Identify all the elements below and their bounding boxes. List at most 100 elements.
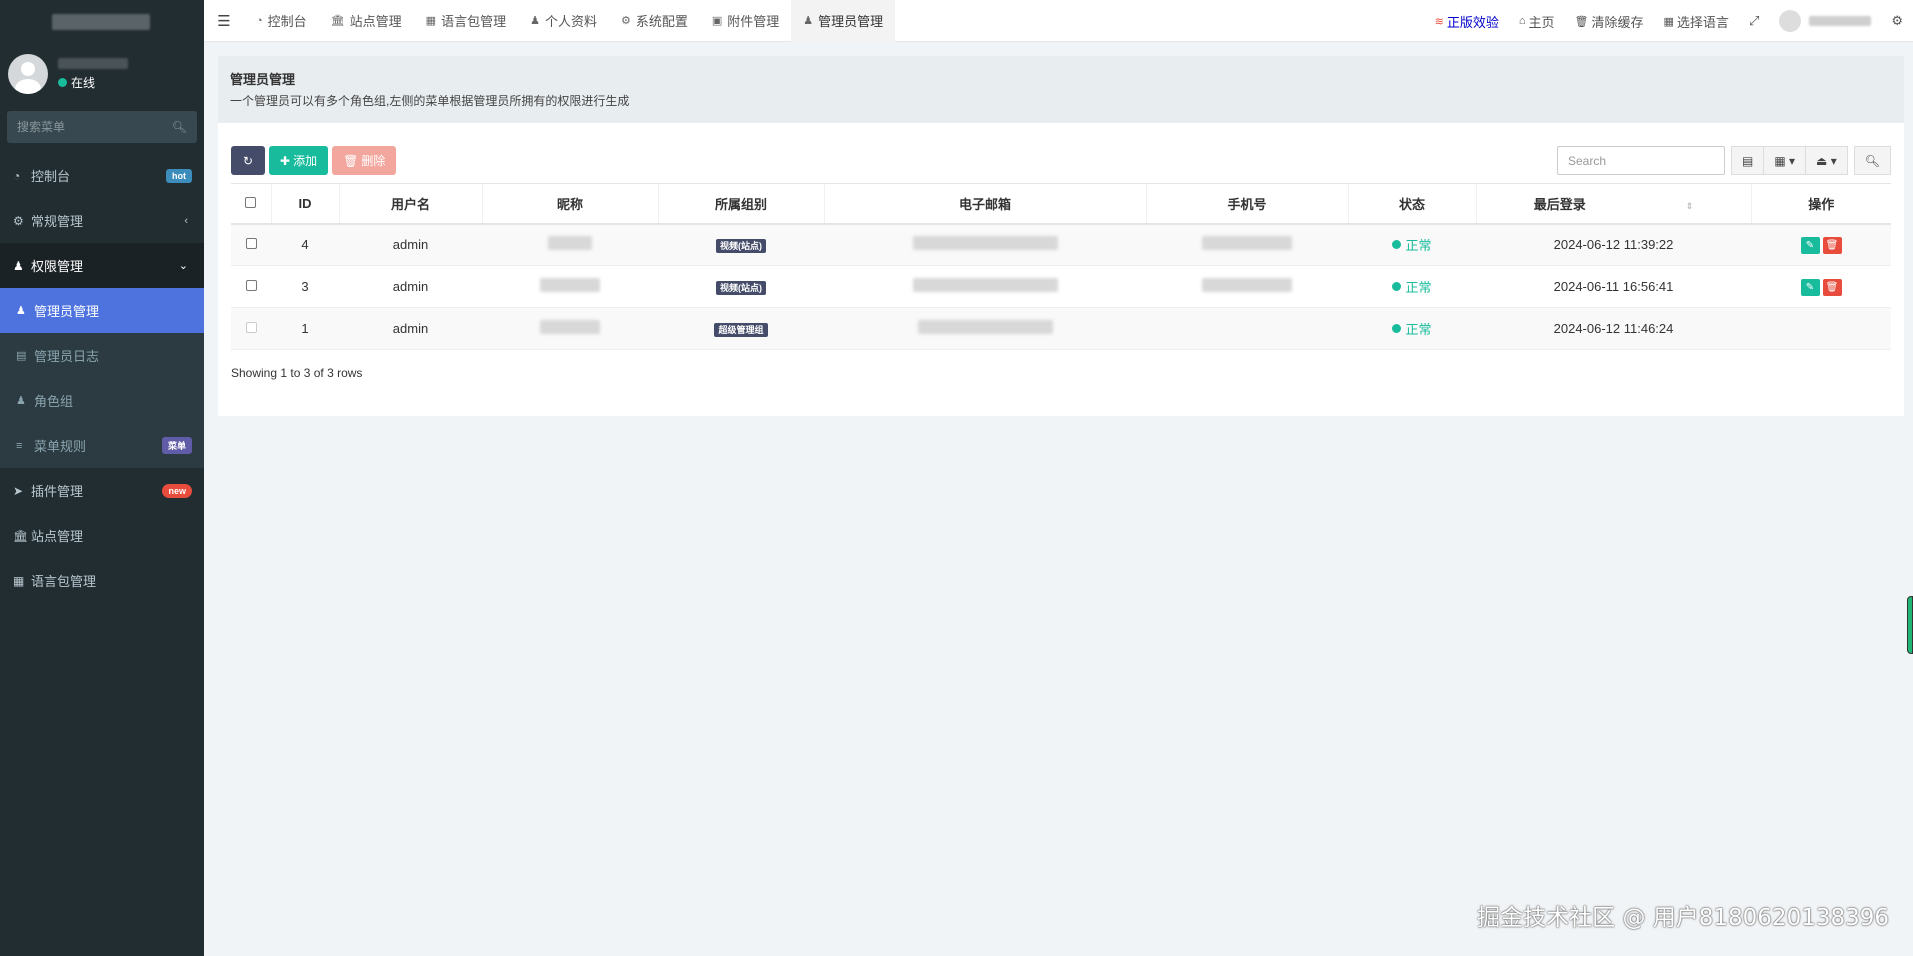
nickname-blurred: [548, 236, 592, 251]
clear-cache-button[interactable]: 🗑︎ 清除缓存: [1565, 12, 1654, 31]
sidebar-item-site[interactable]: 🏛︎ 站点管理: [0, 513, 204, 558]
cogs-icon[interactable]: ⚙: [1881, 13, 1913, 29]
chevron-down-icon: ⌄: [178, 260, 188, 272]
side-widget-tab[interactable]: [1907, 596, 1913, 654]
cell-last-login: 2024-06-12 11:39:22: [1476, 223, 1751, 266]
language-icon: ▦: [425, 15, 437, 27]
col-status[interactable]: 状态: [1347, 183, 1476, 225]
group-icon: ♟: [16, 395, 26, 407]
fullscreen-icon[interactable]: ⤢: [1739, 13, 1769, 29]
cell-id: 3: [271, 265, 339, 308]
file-image-icon: ▣: [711, 15, 723, 27]
cell-id: 4: [271, 223, 339, 266]
logo[interactable]: [0, 0, 204, 44]
caret-down-icon: ▾: [1830, 153, 1837, 168]
col-nickname[interactable]: 昵称: [481, 183, 658, 225]
select-all-header: [231, 183, 271, 225]
user-panel: 在线: [0, 44, 204, 104]
col-mobile[interactable]: 手机号: [1145, 183, 1348, 225]
col-email[interactable]: 电子邮箱: [823, 183, 1146, 225]
sidebar-item-label: 插件管理: [31, 484, 84, 499]
col-group[interactable]: 所属组别: [657, 183, 824, 225]
export-button[interactable]: ⏏ ▾: [1806, 146, 1848, 175]
tab-attachment[interactable]: ▣ 附件管理: [700, 0, 791, 42]
sidebar-search-input[interactable]: [17, 120, 157, 134]
panel-body: ↻ ✚添加 🗑︎删除 ▤ ▦ ▾ ⏏ ▾ 🔍︎ ID 用户名: [218, 123, 1904, 416]
table-toolbar: ↻ ✚添加 🗑︎删除 ▤ ▦ ▾ ⏏ ▾ 🔍︎: [231, 146, 1891, 175]
row-checkbox[interactable]: [245, 238, 257, 250]
user-name-blurred: [1809, 16, 1872, 26]
cell-last-login: 2024-06-12 11:46:24: [1476, 307, 1751, 350]
col-last-login[interactable]: 最后登录 ⇕: [1475, 183, 1751, 225]
trash-icon: 🗑︎: [1574, 15, 1589, 28]
toggle-view-button[interactable]: ▤: [1730, 146, 1765, 175]
select-all-checkbox[interactable]: [245, 196, 257, 208]
sort-icon[interactable]: ⇕: [1686, 201, 1694, 211]
sidebar-item-dashboard[interactable]: ◔ 控制台 hot: [0, 153, 204, 198]
sidebar-item-label: 控制台: [31, 169, 71, 184]
list-alt-icon: ▤: [1741, 153, 1754, 168]
status-dot-icon: [1392, 282, 1402, 291]
tab-lang[interactable]: ▦ 语言包管理: [414, 0, 518, 42]
tab-profile[interactable]: ♟ 个人资料: [518, 0, 609, 42]
menu-badge: 菜单: [161, 437, 192, 454]
cell-username: admin: [339, 265, 482, 308]
sidebar-item-label: 管理员管理: [34, 304, 100, 319]
sidebar-item-roles[interactable]: ♟ 角色组: [0, 378, 204, 423]
cell-username: admin: [339, 307, 482, 350]
sidebar-item-menu-rules[interactable]: ≡ 菜单规则 菜单: [0, 423, 204, 468]
hamburger-icon[interactable]: ☰: [204, 12, 244, 30]
delete-icon[interactable]: 🗑︎: [1822, 278, 1842, 296]
sidebar-item-lang[interactable]: ▦ 语言包管理: [0, 558, 204, 603]
search-icon: 🔍︎: [1864, 153, 1880, 168]
refresh-button[interactable]: ↻: [231, 146, 265, 175]
status-dot-icon: [1392, 240, 1402, 250]
sidebar-item-admin[interactable]: ♟ 管理员管理: [0, 288, 204, 333]
sidebar-item-addon[interactable]: ➤ 插件管理 new: [0, 468, 204, 513]
edit-icon[interactable]: ✎: [1800, 236, 1820, 254]
sidebar-item-label: 管理员日志: [34, 349, 100, 364]
caret-down-icon: ▾: [1789, 153, 1796, 168]
top-navbar: ☰ ◔ 控制台 🏛︎ 站点管理 ▦ 语言包管理 ♟ 个人资料 ⚙ 系统配置 ▣ 附件管理 ♟…: [204, 0, 1913, 42]
page-title: 管理员管理: [230, 72, 296, 87]
col-username[interactable]: 用户名: [338, 183, 482, 225]
edit-icon[interactable]: ✎: [1800, 278, 1820, 296]
group-label: 视频(站点): [716, 281, 766, 295]
cell-username: admin: [339, 223, 482, 266]
row-checkbox[interactable]: [245, 280, 257, 291]
status-badge: 正常: [1392, 235, 1432, 254]
tab-config[interactable]: ⚙ 系统配置: [609, 0, 700, 42]
avatar: [1779, 10, 1802, 32]
user-menu[interactable]: [1769, 10, 1881, 32]
gear-icon: ⚙: [620, 15, 631, 27]
user-name-blurred: [58, 57, 128, 69]
tab-site[interactable]: 🏛︎ 站点管理: [319, 0, 414, 42]
table-search-input[interactable]: [1556, 146, 1725, 175]
col-id[interactable]: ID: [270, 183, 339, 225]
columns-button[interactable]: ▦ ▾: [1764, 146, 1807, 175]
delete-icon[interactable]: 🗑︎: [1822, 236, 1842, 254]
select-language-button[interactable]: ▦ 选择语言: [1654, 12, 1739, 31]
cell-id: 1: [271, 307, 339, 350]
logo-text-blurred: [52, 14, 150, 30]
sidebar-search: 🔍︎: [7, 111, 197, 143]
sidebar-item-general[interactable]: ⚙ 常规管理 ‹: [0, 198, 204, 243]
admin-table: ID 用户名 昵称 所属组别 电子邮箱 手机号 状态 最后登录 ⇕ 操作 4 ad…: [231, 183, 1891, 350]
home-link[interactable]: ⌂ 主页: [1509, 12, 1565, 31]
hot-badge: hot: [166, 168, 192, 183]
add-button[interactable]: ✚ 添加: [269, 146, 329, 175]
bank-icon: 🏛︎: [330, 15, 345, 27]
delete-button[interactable]: 🗑︎ 删除: [332, 146, 397, 175]
sidebar-item-label: 菜单规则: [34, 439, 87, 454]
advanced-search-button[interactable]: 🔍︎: [1853, 146, 1891, 175]
genuine-check-link[interactable]: ≋ 正版效验: [1425, 12, 1509, 31]
sidebar-item-auth[interactable]: ♟ 权限管理 ⌄: [0, 243, 204, 288]
email-blurred: [912, 236, 1058, 251]
search-icon[interactable]: 🔍︎: [172, 120, 187, 134]
sidebar-item-label: 权限管理: [31, 259, 84, 274]
sidebar-item-admin-log[interactable]: ▤ 管理员日志: [0, 333, 204, 378]
sidebar: 在线 🔍︎ ◔ 控制台 hot ⚙ 常规管理 ‹ ♟ 权限管理 ⌄ ♟ 管理员管…: [0, 0, 204, 956]
tab-admin[interactable]: ♟ 管理员管理: [791, 0, 896, 42]
email-blurred: [912, 278, 1058, 292]
tab-dashboard[interactable]: ◔ 控制台: [244, 0, 319, 42]
